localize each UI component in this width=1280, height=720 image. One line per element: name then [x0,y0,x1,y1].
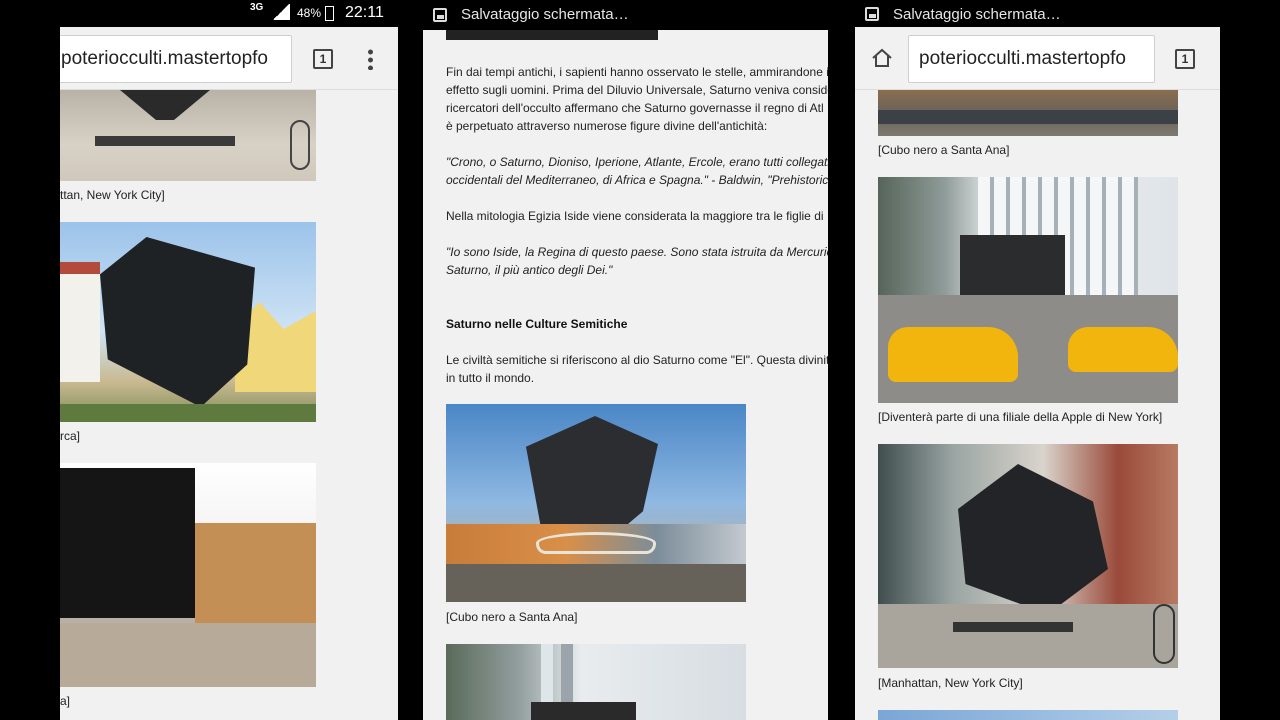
home-icon [872,48,892,67]
caption-apple: [Diventerà parte di una filiale della Ap… [878,410,1163,424]
caption-2: rca] [60,429,81,443]
screenshot-icon [865,7,879,21]
notification-text: Salvataggio schermata… [893,6,1061,23]
intro-line-1: Fin dai tempi antichi, i sapienti hanno … [446,65,828,79]
grass [60,404,316,422]
bicycle [290,120,310,170]
photo-apple-nyc-cube [878,177,1178,403]
cube-shape [958,464,1108,614]
quote2-line-2: Saturno, il più antico degli Dei." [446,263,613,277]
quote1-line-1: "Crono, o Saturno, Dioniso, Iperione, At… [446,155,828,169]
quote1-line-2: occidentali del Mediterraneo, di Africa … [446,173,828,187]
screenshot-icon [433,8,447,22]
street [446,564,746,602]
clock: 22:11 [345,4,384,21]
caption-manhattan: [Manhattan, New York City] [878,676,1023,690]
photo-manhattan-cube [878,444,1178,668]
museum-building [195,523,316,623]
cube-shape [100,237,255,407]
notification-bar: Salvataggio schermata… [855,0,1220,27]
photo-santa-ana-fragment [878,90,1178,136]
photo-manhattan-cube [60,90,316,181]
intro-line-3: ricercatori dell'occulto affermano che S… [446,101,824,115]
status-bar: 3G 48% 22:11 [60,0,398,27]
caption-santa-ana: [Cubo nero a Santa Ana] [878,143,1010,157]
right-browser-panel: Salvataggio schermata… poteriocculti.mas… [855,0,1220,720]
photo-apple-cube-partial [446,644,746,720]
semitic-line-2: in tutto il mondo. [446,371,535,385]
black-cube-building [960,235,1065,297]
url-field[interactable]: poteriocculti.mastertopfo [908,35,1155,83]
middle-browser-panel: Salvataggio schermata… Fin dai tempi ant… [423,0,828,720]
cube-shape [120,90,210,120]
photo-black-box-museum [60,463,316,687]
semitic-line-1: Le civiltà semitiche si riferiscono al d… [446,353,828,367]
photo-santa-ana-cube [446,404,746,602]
black-box [60,468,195,618]
home-button[interactable] [871,47,893,69]
notification-text: Salvataggio schermata… [461,6,629,23]
address-bar: poteriocculti.mastertopfo 1 [855,27,1220,90]
signal-icon [272,4,290,20]
network-type: 3G [250,2,264,13]
intro-line-4: è perpetuato attraverso numerose figure … [446,119,768,133]
intro-line-2: effetto sugli uomini. Prima del Diluvio … [446,83,828,97]
caption-3: a] [60,694,71,708]
photo-denmark-cube [60,222,316,422]
egypt-paragraph: Nella mitologia Egizia Iside viene consi… [446,209,824,223]
tab-switcher-button[interactable]: 1 [1175,49,1195,69]
battery-icon [325,6,334,21]
wall [878,110,1178,124]
plaza [60,623,316,687]
taxi-cab [1068,327,1178,372]
cube-top [531,702,636,720]
section-heading: Saturno nelle Culture Semitiche [446,317,628,331]
caption-1: ttan, New York City] [60,188,165,202]
plaza [878,604,1178,668]
skeleton-sculpture [536,532,656,554]
cube-base [95,136,235,146]
battery-percent: 48% [297,6,322,20]
building-left [60,262,100,382]
quote2-line-1: "Io sono Iside, la Regina di questo paes… [446,245,828,259]
notification-bar: Salvataggio schermata… [423,0,828,30]
url-field[interactable]: poteriocculti.mastertopfo [60,35,292,83]
left-browser-panel: ttan, New York City] rca] a] 3G 48% 22:1… [60,0,398,720]
taxi-cab [888,327,1018,382]
address-bar: poteriocculti.mastertopfo 1 [60,27,398,90]
tab-switcher-button[interactable]: 1 [313,49,333,69]
more-vert-icon [368,48,373,70]
santa-ana-caption: [Cubo nero a Santa Ana] [446,610,578,624]
photo-next-partial [878,710,1178,720]
menu-button[interactable] [368,48,374,70]
cube-base [953,622,1073,632]
bicycle [1153,604,1175,664]
top-image-fragment [446,30,658,40]
